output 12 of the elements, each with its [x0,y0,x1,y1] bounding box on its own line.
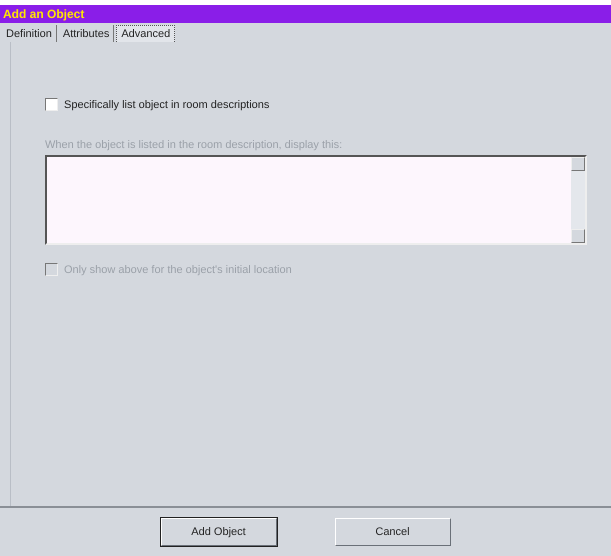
tab[interactable]: Advanced [116,25,176,42]
window-title: Add an Object [0,5,611,23]
text-area[interactable] [45,155,587,245]
checkbox-label: Only show above for the object's initial location [64,264,292,276]
checkbox[interactable] [45,98,58,111]
tab[interactable]: Definition [2,25,57,42]
checkbox-label: Specifically list object in room descriptions [64,98,270,110]
field-label: When the object is listed in the room description, display this: [45,139,344,151]
cancel-button[interactable]: Cancel [334,518,450,546]
tab[interactable]: Attributes [58,25,114,42]
add-object-button[interactable]: Add Object [160,518,276,546]
scrollbar[interactable] [571,157,585,243]
